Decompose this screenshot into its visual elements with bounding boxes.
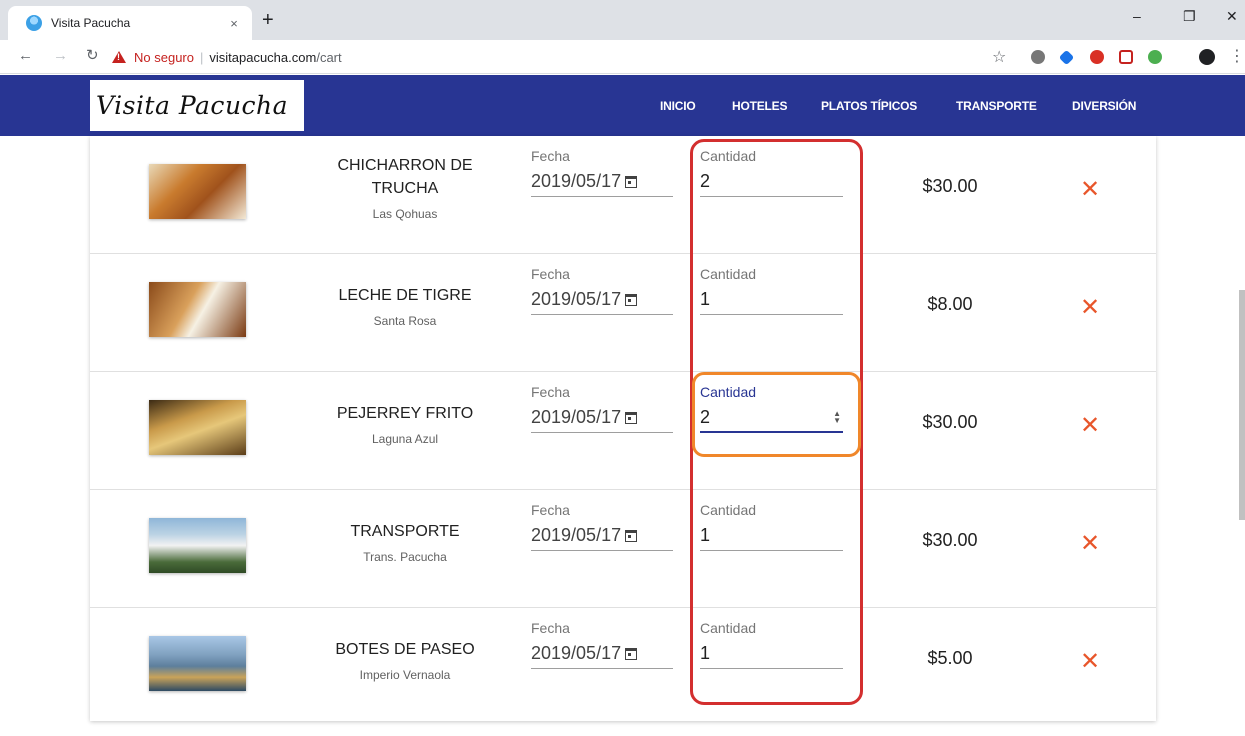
- date-value: 2019/05/17: [531, 289, 622, 309]
- warning-icon: [112, 51, 126, 63]
- date-field: Fecha 2019/05/17: [531, 148, 673, 197]
- item-thumbnail[interactable]: [149, 282, 246, 337]
- date-label: Fecha: [531, 266, 570, 282]
- item-name: CHICHARRON DE TRUCHA: [337, 157, 473, 197]
- item-info: LECHE DE TIGRE Santa Rosa: [320, 284, 490, 328]
- back-arrow-icon[interactable]: ←: [18, 48, 33, 64]
- date-value: 2019/05/17: [531, 525, 622, 545]
- date-field: Fecha 2019/05/17: [531, 502, 673, 551]
- date-label: Fecha: [531, 384, 570, 400]
- item-name: BOTES DE PASEO: [335, 641, 475, 658]
- item-price: $30.00: [922, 530, 978, 550]
- address-bar[interactable]: No seguro | visitapacucha.com /cart: [112, 44, 1022, 70]
- date-label: Fecha: [531, 502, 570, 518]
- browser-toolbar: ← → ↻ No seguro | visitapacucha.com /car…: [0, 40, 1245, 74]
- cart-row: LECHE DE TIGRE Santa Rosa Fecha 2019/05/…: [90, 254, 1156, 372]
- nav-transporte[interactable]: TRANSPORTE: [956, 99, 1037, 113]
- reload-icon[interactable]: ↻: [86, 48, 99, 64]
- cart-row: BOTES DE PASEO Imperio Vernaola Fecha 20…: [90, 608, 1156, 726]
- item-provider: Las Qohuas: [372, 207, 438, 221]
- extension-icon[interactable]: [1090, 50, 1104, 64]
- item-info: TRANSPORTE Trans. Pacucha: [320, 520, 490, 564]
- calendar-icon[interactable]: [625, 293, 638, 306]
- forward-arrow-icon[interactable]: →: [53, 48, 68, 64]
- extension-icon[interactable]: [1148, 50, 1162, 64]
- item-name: PEJERREY FRITO: [336, 405, 474, 422]
- bookmark-star-icon[interactable]: ☆: [992, 47, 1006, 67]
- close-tab-icon[interactable]: ×: [226, 16, 242, 31]
- date-value: 2019/05/17: [531, 407, 622, 427]
- item-provider: Trans. Pacucha: [363, 550, 447, 564]
- nav-diversion[interactable]: DIVERSIÓN: [1072, 99, 1136, 113]
- url-path: /cart: [316, 49, 342, 65]
- item-thumbnail[interactable]: [149, 400, 246, 455]
- date-input[interactable]: 2019/05/17: [531, 403, 673, 433]
- address-separator: |: [199, 49, 204, 65]
- browser-tab-bar: Visita Pacucha × + – ❐ ✕: [0, 0, 1245, 40]
- item-thumbnail[interactable]: [149, 636, 246, 691]
- item-thumbnail[interactable]: [149, 164, 246, 219]
- calendar-icon[interactable]: [625, 647, 638, 660]
- date-input[interactable]: 2019/05/17: [531, 167, 673, 197]
- calendar-icon[interactable]: [625, 175, 638, 188]
- browser-menu-icon[interactable]: ⋮: [1229, 46, 1245, 66]
- security-status[interactable]: No seguro: [134, 50, 194, 65]
- remove-item-icon[interactable]: ✕: [1080, 178, 1100, 202]
- remove-item-icon[interactable]: ✕: [1080, 532, 1100, 556]
- close-window-icon[interactable]: ✕: [1226, 8, 1238, 25]
- site-favicon-icon: [26, 15, 42, 31]
- date-field: Fecha 2019/05/17: [531, 620, 673, 669]
- item-info: BOTES DE PASEO Imperio Vernaola: [320, 638, 490, 682]
- cart-list: CHICHARRON DE TRUCHA Las Qohuas Fecha 20…: [90, 136, 1156, 721]
- date-input[interactable]: 2019/05/17: [531, 521, 673, 551]
- item-price: $30.00: [922, 412, 978, 432]
- calendar-icon[interactable]: [625, 411, 638, 424]
- item-price: $30.00: [922, 176, 978, 196]
- item-price: $8.00: [927, 294, 973, 314]
- browser-tab[interactable]: Visita Pacucha ×: [8, 6, 252, 40]
- restore-icon[interactable]: ❐: [1183, 8, 1196, 25]
- item-name: TRANSPORTE: [350, 523, 460, 540]
- item-info: CHICHARRON DE TRUCHA Las Qohuas: [320, 154, 490, 221]
- nav-inicio[interactable]: INICIO: [660, 99, 696, 113]
- active-quantity-highlight: [692, 372, 861, 457]
- item-provider: Imperio Vernaola: [359, 668, 451, 682]
- remove-item-icon[interactable]: ✕: [1080, 650, 1100, 674]
- minimize-icon[interactable]: –: [1133, 8, 1141, 24]
- date-label: Fecha: [531, 620, 570, 636]
- remove-item-icon[interactable]: ✕: [1080, 296, 1100, 320]
- url-host: visitapacucha.com: [209, 49, 317, 65]
- extension-icon[interactable]: [1031, 50, 1045, 64]
- site-header: Visita Pacucha INICIO HOTELES PLATOS TÍP…: [0, 75, 1245, 136]
- item-provider: Laguna Azul: [371, 432, 439, 446]
- logo-text: Visita Pacucha: [96, 91, 289, 120]
- date-value: 2019/05/17: [531, 643, 622, 663]
- nav-platos-tipicos[interactable]: PLATOS TÍPICOS: [821, 99, 917, 113]
- remove-item-icon[interactable]: ✕: [1080, 414, 1100, 438]
- date-value: 2019/05/17: [531, 171, 622, 191]
- nav-hoteles[interactable]: HOTELES: [732, 99, 787, 113]
- site-logo[interactable]: Visita Pacucha: [90, 80, 304, 131]
- cart-row: CHICHARRON DE TRUCHA Las Qohuas Fecha 20…: [90, 136, 1156, 254]
- cart-row: TRANSPORTE Trans. Pacucha Fecha 2019/05/…: [90, 490, 1156, 608]
- date-field: Fecha 2019/05/17: [531, 266, 673, 315]
- item-info: PEJERREY FRITO Laguna Azul: [320, 402, 490, 446]
- date-input[interactable]: 2019/05/17: [531, 285, 673, 315]
- date-field: Fecha 2019/05/17: [531, 384, 673, 433]
- item-price: $5.00: [927, 648, 973, 668]
- page-scrollbar[interactable]: [1239, 290, 1245, 520]
- item-name: LECHE DE TIGRE: [338, 287, 472, 304]
- item-provider: Santa Rosa: [373, 314, 437, 328]
- tab-title: Visita Pacucha: [51, 16, 131, 30]
- calendar-icon[interactable]: [625, 529, 638, 542]
- cart-row: PEJERREY FRITO Laguna Azul Fecha 2019/05…: [90, 372, 1156, 490]
- extension-icon[interactable]: [1119, 50, 1133, 64]
- profile-avatar[interactable]: [1199, 49, 1215, 65]
- date-label: Fecha: [531, 148, 570, 164]
- date-input[interactable]: 2019/05/17: [531, 639, 673, 669]
- item-thumbnail[interactable]: [149, 518, 246, 573]
- new-tab-button[interactable]: +: [262, 10, 274, 30]
